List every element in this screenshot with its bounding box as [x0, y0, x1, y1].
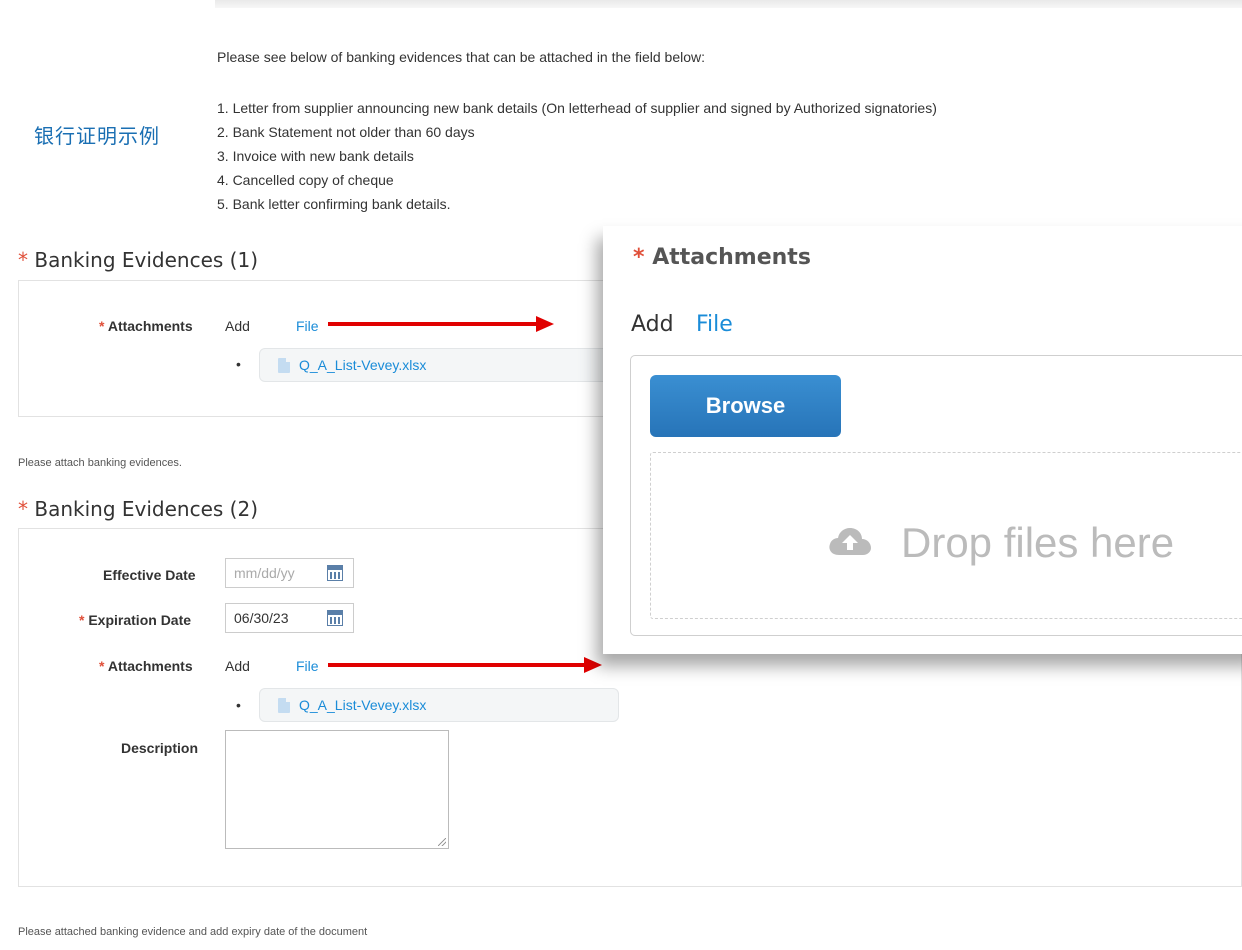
file-link[interactable]: File	[296, 658, 319, 674]
arrow-head-icon	[584, 657, 602, 673]
required-marker: *	[18, 248, 28, 272]
browse-button[interactable]: Browse	[650, 375, 841, 437]
upload-box: Browse Drop files here	[630, 355, 1242, 636]
attached-file[interactable]: Q_A_List-Vevey.xlsx	[259, 688, 619, 722]
cloud-upload-icon	[829, 528, 871, 555]
list-item: 2. Bank Statement not older than 60 days	[217, 124, 475, 140]
document-icon	[278, 698, 290, 713]
drop-zone[interactable]: Drop files here	[650, 452, 1242, 619]
document-icon	[278, 358, 290, 373]
expiration-date-input[interactable]: 06/30/23	[225, 603, 354, 633]
expiration-date-value: 06/30/23	[234, 610, 289, 626]
evidence-list: 1. Letter from supplier announcing new b…	[217, 99, 937, 219]
zoom-add-label: Add	[631, 312, 674, 337]
description-textarea[interactable]	[225, 730, 449, 849]
zoomed-attachments-panel: * Attachments Add File Browse Drop files…	[603, 226, 1242, 654]
description-label: Description	[121, 740, 199, 756]
section-title-text: Banking Evidences (2)	[34, 497, 258, 521]
arrow-head-icon	[536, 316, 554, 332]
calendar-icon[interactable]	[327, 565, 343, 581]
effective-date-label: Effective Date	[103, 567, 196, 583]
section-title-text: Banking Evidences (1)	[34, 248, 258, 272]
chinese-caption: 银行证明示例	[34, 124, 160, 148]
zoom-file-link[interactable]: File	[696, 312, 733, 337]
effective-date-input[interactable]: mm/dd/yy	[225, 558, 354, 588]
file-name[interactable]: Q_A_List-Vevey.xlsx	[299, 697, 426, 713]
help-text-1: Please attach banking evidences.	[18, 457, 182, 469]
list-item: 3. Invoice with new bank details	[217, 148, 414, 164]
zoom-title: * Attachments	[633, 245, 811, 270]
help-text-2: Please attached banking evidence and add…	[18, 926, 368, 938]
intro-text: Please see below of banking evidences th…	[217, 49, 705, 65]
bullet: •	[236, 697, 241, 713]
attachments-label: * Attachments	[99, 658, 193, 674]
section-title-banking-evidences-2: * Banking Evidences (2)	[18, 497, 258, 521]
red-arrow-1	[328, 322, 540, 326]
bullet: •	[236, 356, 241, 372]
list-item: 5. Bank letter confirming bank details.	[217, 196, 451, 212]
effective-date-placeholder: mm/dd/yy	[234, 565, 295, 581]
list-item: 1. Letter from supplier announcing new b…	[217, 100, 937, 116]
list-item: 4. Cancelled copy of cheque	[217, 172, 394, 188]
file-name[interactable]: Q_A_List-Vevey.xlsx	[299, 357, 426, 373]
red-arrow-2	[328, 663, 586, 667]
required-marker: *	[18, 497, 28, 521]
attached-file[interactable]: Q_A_List-Vevey.xlsx	[259, 348, 619, 382]
section-title-banking-evidences-1: * Banking Evidences (1)	[18, 248, 258, 272]
calendar-icon[interactable]	[327, 610, 343, 626]
resize-grip-icon[interactable]	[438, 838, 446, 846]
add-label: Add	[225, 318, 250, 334]
top-gap	[0, 0, 215, 8]
drop-files-text: Drop files here	[901, 519, 1175, 566]
expiration-date-label: * Expiration Date	[79, 612, 192, 628]
file-link[interactable]: File	[296, 318, 319, 334]
add-label: Add	[225, 658, 250, 674]
attachments-label: * Attachments	[99, 318, 193, 334]
